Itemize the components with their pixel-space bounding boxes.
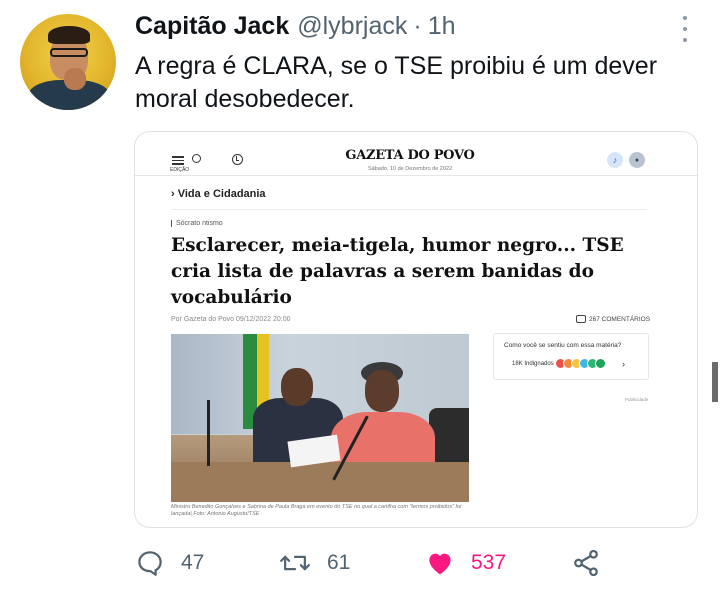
article-headline: Esclarecer, meia-tigela, humor negro... … (171, 235, 624, 308)
reply-button[interactable]: 47 (135, 545, 204, 581)
comments-count: 267 COMENTÁRIOS (576, 315, 650, 323)
article-kicker: Sócrato ntismo (171, 220, 223, 227)
comment-icon (576, 315, 586, 323)
avatar-hair (48, 26, 90, 44)
menu-icon (172, 156, 184, 165)
retweet-icon (280, 555, 310, 571)
article-byline: Por Gazeta do Povo 09/12/2022 20:00 (171, 316, 291, 323)
reply-icon (138, 551, 162, 576)
share-icon (574, 549, 598, 577)
heart-icon (429, 553, 451, 575)
scrollbar[interactable] (712, 362, 718, 402)
reaction-emojis (555, 358, 606, 369)
more-options-icon[interactable] (678, 16, 692, 42)
retweet-button[interactable]: 61 (279, 545, 350, 581)
site-date: Sábado, 10 de Dezembro de 2022 (367, 166, 453, 172)
avatar-glasses (50, 48, 88, 57)
reaction-count: 18K Indignados (512, 361, 554, 367)
avatar-hand (64, 68, 86, 90)
user-handle[interactable]: @lybrjack (297, 12, 407, 41)
avatar[interactable] (20, 14, 116, 110)
site-header: EDIÇÃO GAZETA DO POVO Sábado, 10 de Deze… (135, 132, 697, 176)
share-button[interactable] (571, 545, 601, 581)
retweet-count: 61 (327, 551, 351, 574)
search-icon (192, 154, 201, 163)
bell-icon: ♪ (607, 152, 623, 168)
section-divider (171, 209, 647, 210)
like-count: 537 (471, 551, 507, 574)
photo-caption: Ministro Benedito Gonçalves e Sabrina de… (171, 504, 462, 517)
tweet-actions: 47 61 537 (135, 545, 695, 581)
section-label: › Vida e Cidadania (171, 188, 266, 200)
comments-label: 267 COMENTÁRIOS (589, 315, 651, 323)
reaction-title: Como você se sentiu com essa matéria? (504, 342, 622, 349)
article-photo (171, 334, 469, 502)
menu-label: EDIÇÃO (170, 167, 190, 173)
tweet-time[interactable]: 1h (428, 12, 456, 41)
clock-icon (232, 154, 243, 165)
site-logo: GAZETA DO POVO (345, 148, 475, 163)
publicidade-label: Publicidade (625, 397, 649, 402)
link-card[interactable]: EDIÇÃO GAZETA DO POVO Sábado, 10 de Deze… (134, 131, 698, 528)
tweet-header: Capitão Jack @lybrjack · 1h (135, 12, 456, 44)
reaction-widget: Como você se sentiu com essa matéria? 18… (493, 333, 649, 380)
reply-count: 47 (181, 551, 205, 574)
like-button[interactable]: 537 (425, 545, 506, 581)
reaction-emoji-icon[interactable] (595, 358, 606, 369)
user-icon: ● (629, 152, 645, 168)
reaction-arrow: › (622, 359, 625, 369)
display-name[interactable]: Capitão Jack (135, 12, 289, 41)
separator-dot: · (413, 12, 422, 40)
tweet: Capitão Jack @lybrjack · 1h A regra é CL… (0, 0, 720, 599)
tweet-text: A regra é CLARA, se o TSE proibiu é um d… (135, 52, 658, 113)
